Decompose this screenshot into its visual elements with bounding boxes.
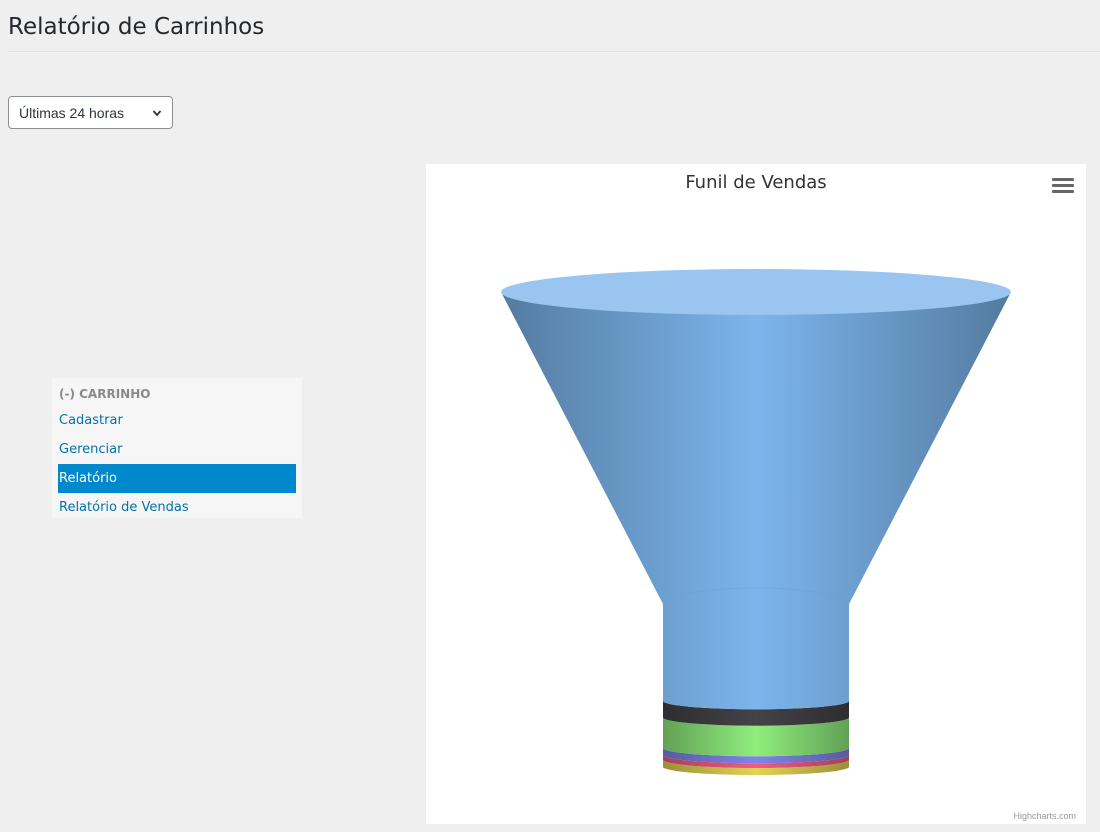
menu-item-relatorio[interactable]: Relatório xyxy=(58,464,296,493)
funnel-segment-1[interactable] xyxy=(501,292,1011,710)
highcharts-credits[interactable]: Highcharts.com xyxy=(1013,811,1076,821)
menu-item-relatorio-vendas[interactable]: Relatório de Vendas xyxy=(58,493,296,522)
sales-funnel-chart: Funil de Vendas Highcharts.com xyxy=(426,164,1086,824)
time-range-select[interactable]: Últimas 24 horas xyxy=(8,96,173,129)
menu-item-gerenciar[interactable]: Gerenciar xyxy=(58,435,296,464)
menu-item-cadastrar[interactable]: Cadastrar xyxy=(58,406,296,435)
funnel-plot xyxy=(501,269,1011,776)
hamburger-menu-icon[interactable] xyxy=(1052,178,1074,198)
chevron-down-icon xyxy=(152,109,162,116)
title-divider xyxy=(8,51,1100,52)
time-range-selected-value: Últimas 24 horas xyxy=(19,104,125,121)
funnel-top-opening xyxy=(501,269,1011,315)
cart-side-menu: (-) CARRINHO Cadastrar Gerenciar Relatór… xyxy=(52,378,302,518)
page-title: Relatório de Carrinhos xyxy=(8,14,265,40)
menu-header-cart[interactable]: (-) CARRINHO xyxy=(58,382,296,406)
chart-title: Funil de Vendas xyxy=(685,172,827,193)
